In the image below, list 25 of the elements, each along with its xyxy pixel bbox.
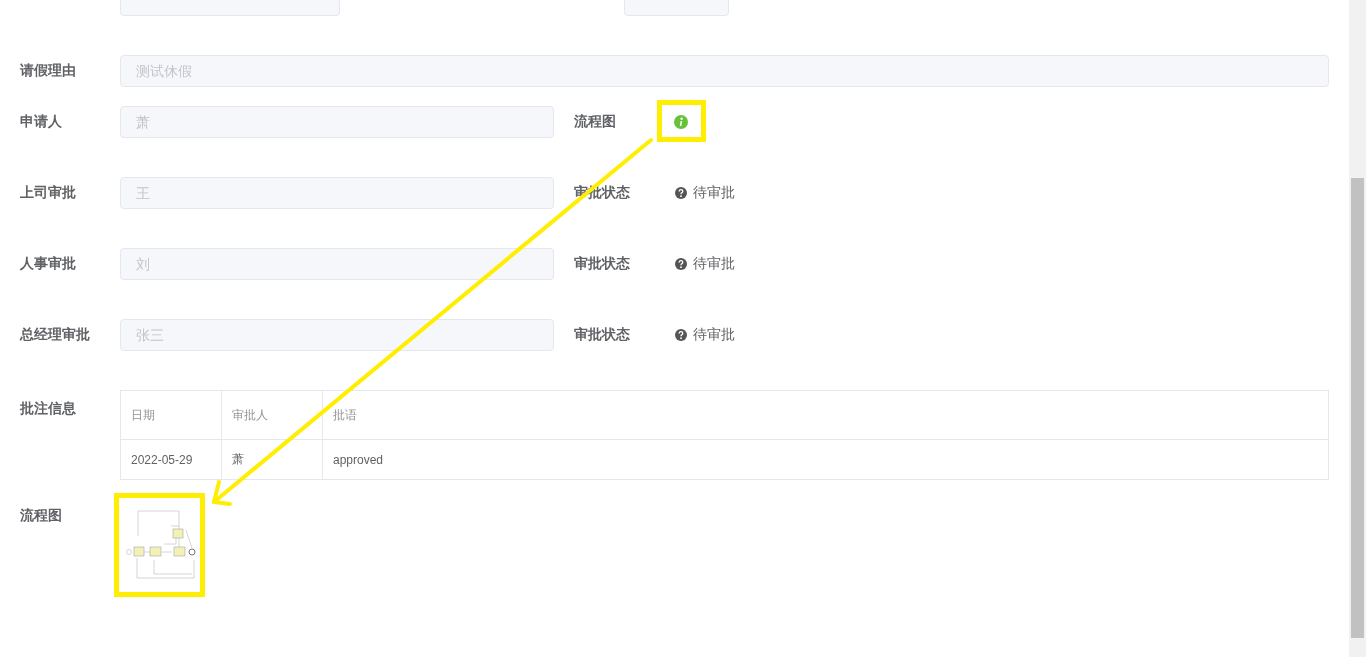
field-label: 上司审批 [20,184,77,202]
field-label: 流程图 [20,507,63,525]
status-text: 待审批 [693,184,735,202]
table-cell: 萧 [221,439,323,480]
table-cell: 2022-05-29 [120,439,222,480]
question-icon [675,187,687,199]
question-icon [675,329,687,341]
field-label: 总经理审批 [20,326,91,344]
field-label: 流程图 [574,113,617,131]
field-label: 请假理由 [20,62,77,80]
field-label: 批注信息 [20,400,77,418]
field-label: 审批状态 [574,326,631,344]
field-label: 人事审批 [20,255,77,273]
field-label: 申请人 [20,113,63,131]
column-header: 批语 [322,390,1329,440]
status-text: 待审批 [693,255,735,273]
highlight-box [657,100,706,142]
question-icon [675,258,687,270]
scrollbar[interactable] [1349,0,1366,657]
info-icon[interactable] [674,115,688,129]
column-header: 审批人 [221,390,323,440]
table-cell: approved [322,439,1329,480]
status-text: 待审批 [693,326,735,344]
column-header: 日期 [120,390,222,440]
field-label: 审批状态 [574,255,631,273]
